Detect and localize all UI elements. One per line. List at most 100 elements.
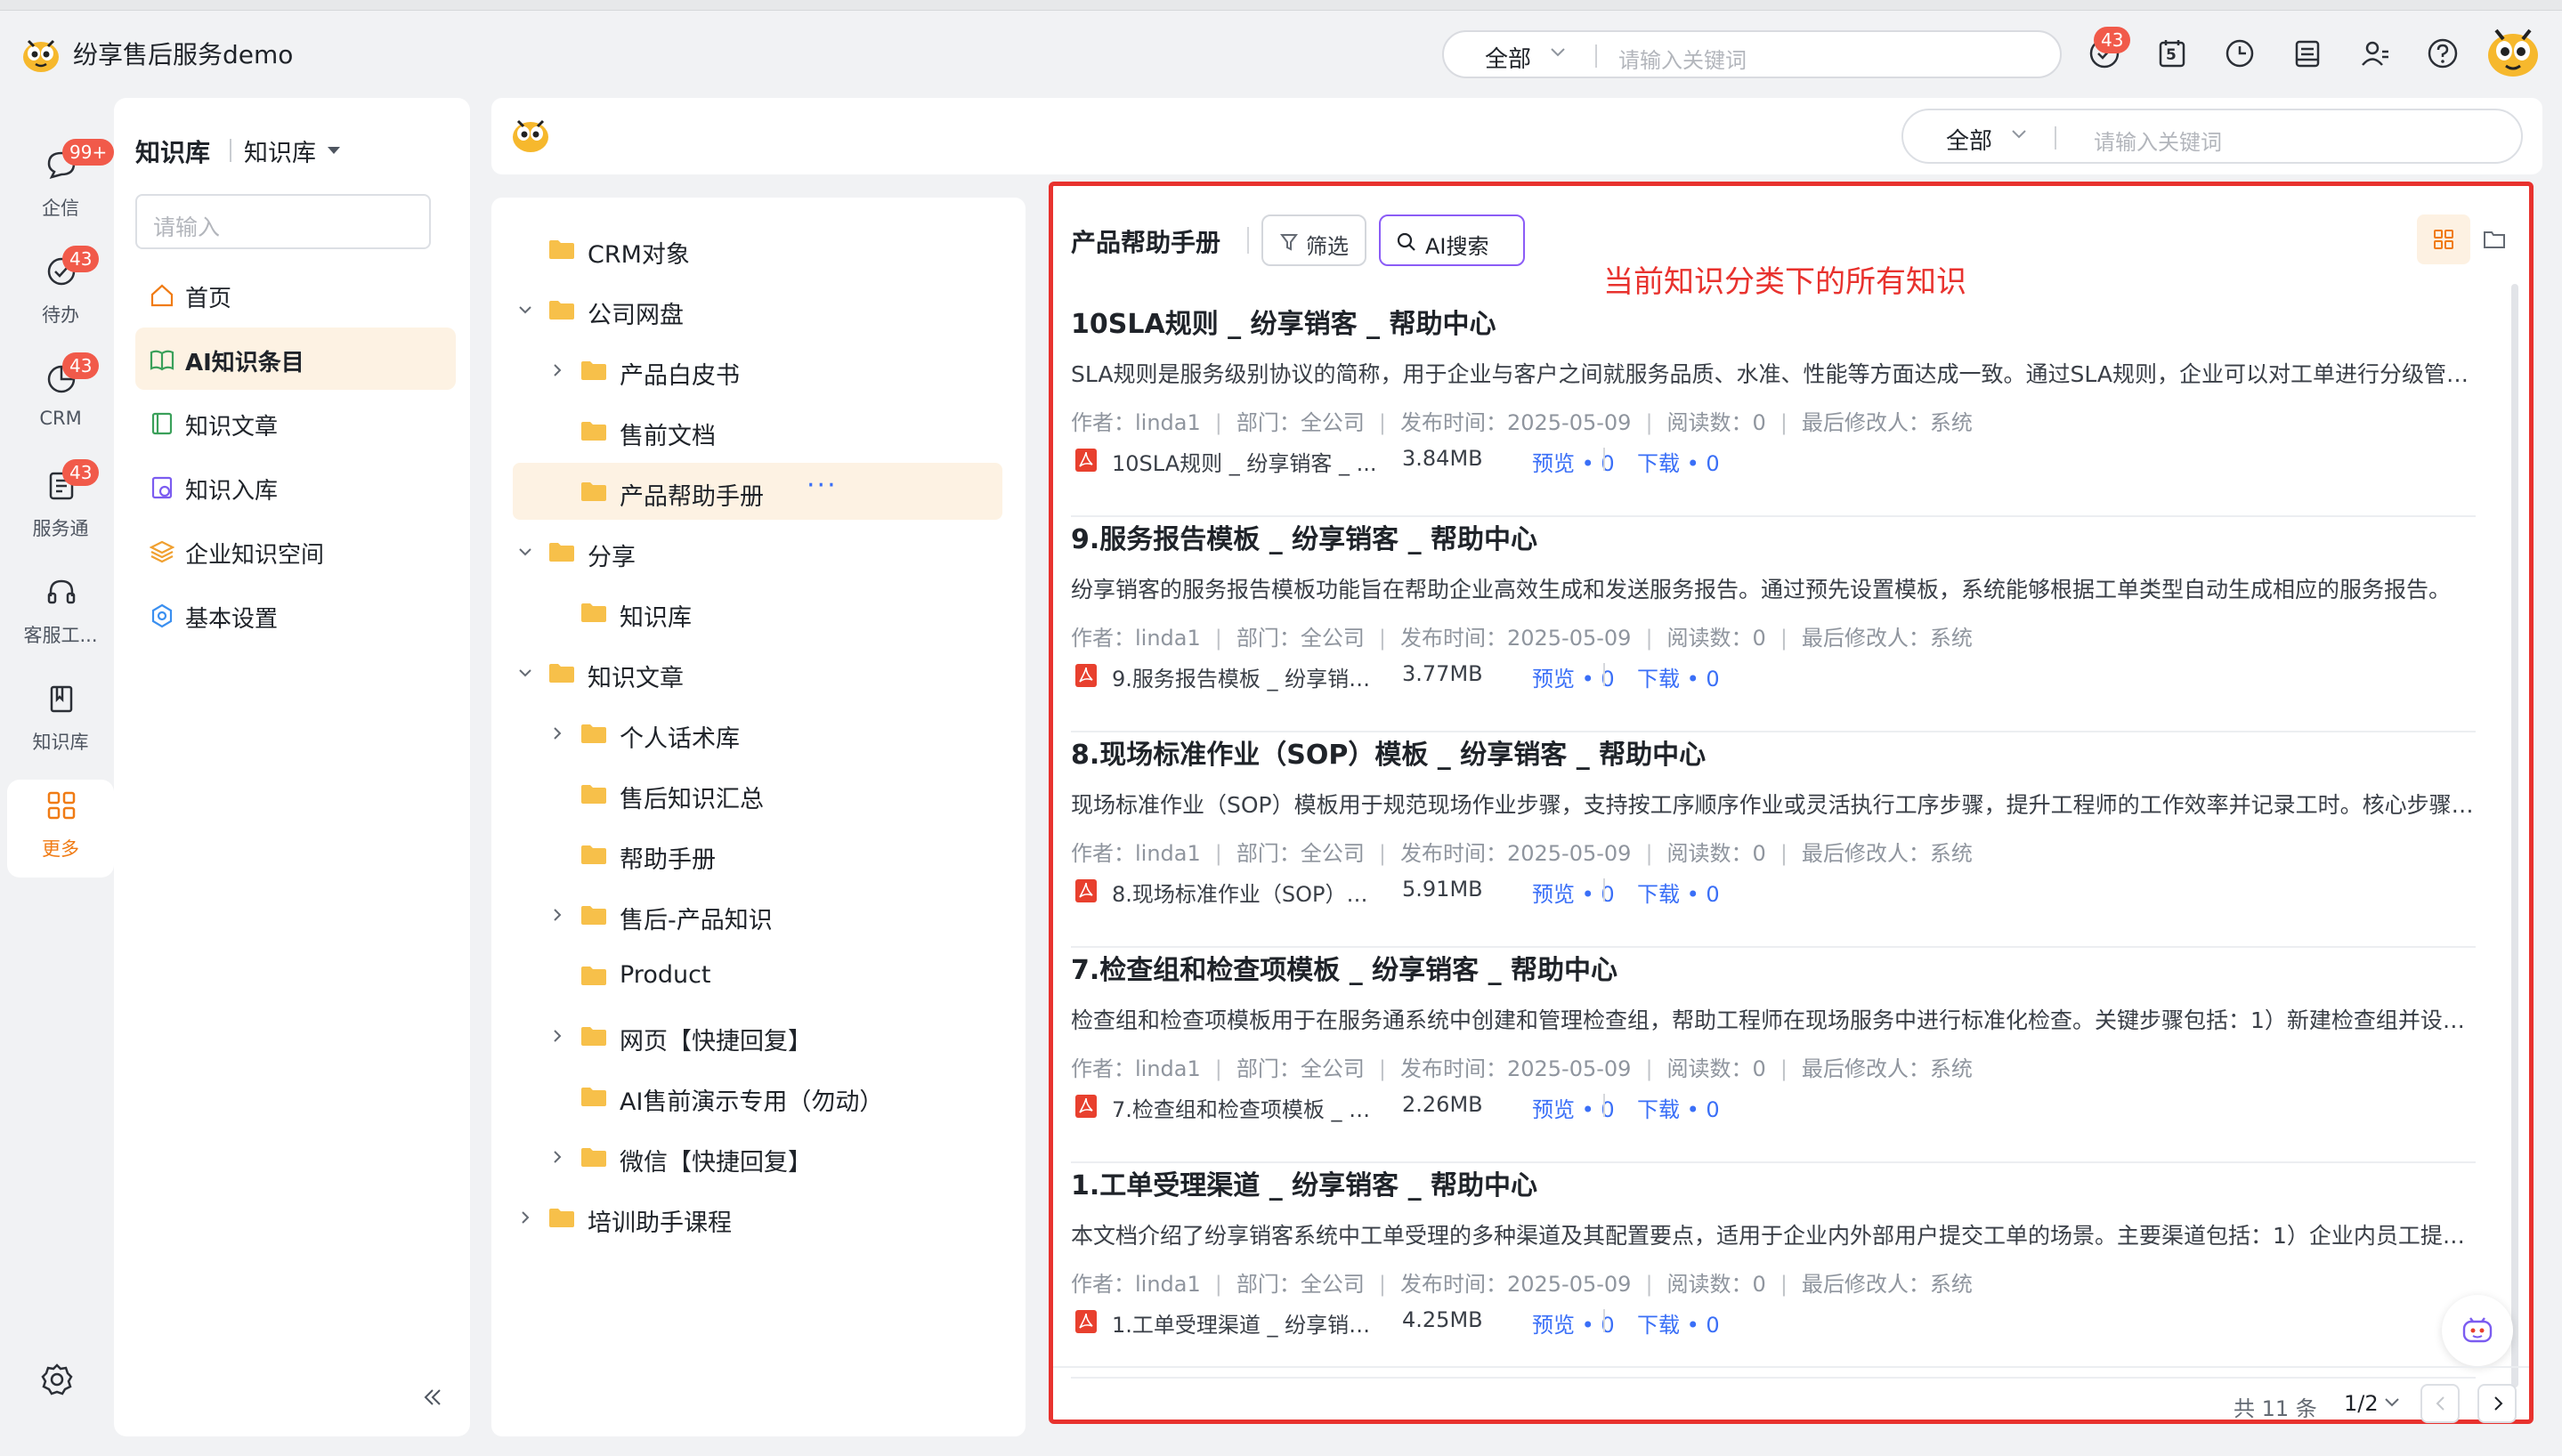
preview-link[interactable]: 预览 • 0: [1532, 446, 1615, 477]
attachment-name[interactable]: 9.服务报告模板 _ 纷享销客...: [1112, 661, 1388, 692]
ai-assistant-button[interactable]: [2442, 1295, 2513, 1366]
tree-node[interactable]: 知识文章: [513, 644, 1002, 701]
tree-node[interactable]: AI售前演示专用（勿动）: [513, 1068, 1002, 1125]
annotation-text: 当前知识分类下的所有知识: [1603, 264, 1966, 300]
global-search[interactable]: 全部 请输入关键词: [1442, 30, 2062, 78]
settings-gear-icon[interactable]: [37, 1360, 77, 1399]
download-link[interactable]: 下载 • 0: [1637, 661, 1720, 692]
chevron-right-icon[interactable]: [548, 1027, 566, 1045]
tree-node-label: 售后知识汇总: [620, 786, 764, 813]
tree-node[interactable]: 帮助手册: [513, 826, 1002, 883]
download-link[interactable]: 下载 • 0: [1637, 446, 1720, 477]
knowledge-item[interactable]: 9.服务报告模板 _ 纷享销客 _ 帮助中心 纷享销客的服务报告模板功能旨在帮助…: [1071, 517, 2476, 732]
nav-qixin[interactable]: 99+ 企信: [7, 139, 115, 237]
caret-down-icon[interactable]: [326, 144, 342, 157]
sidebar-item-articles[interactable]: 知识文章: [135, 392, 456, 454]
nav-more[interactable]: 更多: [7, 780, 114, 878]
item-title[interactable]: 7.检查组和检查项模板 _ 纷享销客 _ 帮助中心: [1071, 948, 1617, 987]
chevron-right-icon[interactable]: [516, 1209, 534, 1226]
sidebar-item-enterprise-space[interactable]: 企业知识空间: [135, 520, 456, 582]
tree-node[interactable]: 售后-产品知识: [513, 886, 1002, 943]
tree-node-selected[interactable]: 产品帮助手册 ···: [513, 463, 1002, 520]
tree-node[interactable]: CRM对象: [513, 221, 1002, 278]
tree-node[interactable]: 售后知识汇总: [513, 765, 1002, 822]
chevron-right-icon[interactable]: [548, 1148, 566, 1166]
tree-node[interactable]: 网页【快捷回复】: [513, 1007, 1002, 1064]
preview-link[interactable]: 预览 • 0: [1532, 661, 1615, 692]
download-link[interactable]: 下载 • 0: [1637, 1092, 1720, 1123]
meta-modifier: 系统: [1929, 410, 1973, 435]
prev-page-button[interactable]: [2420, 1384, 2460, 1423]
knowledge-item[interactable]: 7.检查组和检查项模板 _ 纷享销客 _ 帮助中心 检查组和检查项模板用于在服务…: [1071, 948, 2476, 1163]
page-select[interactable]: 1/2: [2344, 1391, 2379, 1416]
nav-customer-service[interactable]: 客服工...: [7, 566, 114, 664]
knowledge-item[interactable]: 10SLA规则 _ 纷享销客 _ 帮助中心 SLA规则是服务级别协议的简称，用于…: [1071, 302, 2476, 517]
sidebar-item-home[interactable]: 首页: [135, 263, 456, 326]
sidebar-module-switch[interactable]: 知识库: [244, 133, 316, 168]
search-input[interactable]: 请输入关键词: [2094, 125, 2222, 156]
nav-label: 客服工...: [23, 625, 98, 646]
item-title[interactable]: 1.工单受理渠道 _ 纷享销客 _ 帮助中心: [1071, 1163, 1537, 1202]
knowledge-search[interactable]: 全部 请输入关键词: [1901, 109, 2523, 164]
nav-service[interactable]: 43 服务通: [7, 459, 114, 557]
tree-node[interactable]: 分享: [513, 523, 1002, 580]
user-avatar[interactable]: [2484, 23, 2542, 82]
chevron-right-icon[interactable]: [548, 724, 566, 742]
global-search-input[interactable]: 请输入关键词: [1618, 43, 1747, 74]
preview-link[interactable]: 预览 • 0: [1532, 877, 1615, 908]
download-link[interactable]: 下载 • 0: [1637, 877, 1720, 908]
chevron-down-icon[interactable]: [1549, 46, 1567, 59]
download-link[interactable]: 下载 • 0: [1637, 1307, 1720, 1339]
contacts-icon[interactable]: [2357, 36, 2393, 71]
tree-node[interactable]: Product: [513, 947, 1002, 1004]
more-options-icon[interactable]: ···: [807, 470, 838, 501]
tree-node[interactable]: 知识库: [513, 584, 1002, 641]
nav-todo[interactable]: 43 待办: [7, 246, 114, 344]
grid-icon: [45, 789, 78, 822]
help-icon[interactable]: [2425, 36, 2461, 71]
chevron-down-icon[interactable]: [516, 543, 534, 561]
scrollbar[interactable]: [2511, 284, 2518, 1387]
filter-button[interactable]: 筛选: [1261, 214, 1366, 266]
grid-view-button[interactable]: [2417, 214, 2470, 264]
meta-modifier: 系统: [1929, 1272, 1973, 1297]
chevron-down-icon[interactable]: [516, 301, 534, 319]
item-title[interactable]: 9.服务报告模板 _ 纷享销客 _ 帮助中心: [1071, 517, 1537, 556]
chevron-down-icon[interactable]: [2383, 1396, 2401, 1409]
attachment-name[interactable]: 10SLA规则 _ 纷享销客 _ ...: [1112, 446, 1388, 477]
tree-node[interactable]: 公司网盘: [513, 281, 1002, 338]
search-scope[interactable]: 全部: [1946, 123, 1992, 156]
inbox-icon[interactable]: [2290, 36, 2325, 71]
sidebar-item-ai-knowledge[interactable]: AI知识条目: [135, 328, 456, 390]
knowledge-item[interactable]: 8.现场标准作业（SOP）模板 _ 纷享销客 _ 帮助中心 现场标准作业（SOP…: [1071, 732, 2476, 948]
folder-view-button[interactable]: [2469, 214, 2522, 264]
sidebar-item-ingest[interactable]: 知识入库: [135, 456, 456, 518]
item-title[interactable]: 10SLA规则 _ 纷享销客 _ 帮助中心: [1071, 302, 1496, 341]
meta-reads: 0: [1752, 626, 1766, 651]
preview-link[interactable]: 预览 • 0: [1532, 1092, 1615, 1123]
item-title[interactable]: 8.现场标准作业（SOP）模板 _ 纷享销客 _ 帮助中心: [1071, 732, 1706, 772]
attachment-name[interactable]: 1.工单受理渠道 _ 纷享销客...: [1112, 1307, 1388, 1339]
tree-node[interactable]: 售前文档: [513, 402, 1002, 459]
tree-node[interactable]: 产品白皮书: [513, 342, 1002, 399]
tree-node[interactable]: 微信【快捷回复】: [513, 1128, 1002, 1185]
chevron-right-icon[interactable]: [548, 361, 566, 379]
nav-knowledge[interactable]: 知识库: [7, 673, 114, 771]
chevron-down-icon[interactable]: [516, 664, 534, 682]
attachment-name[interactable]: 7.检查组和检查项模板 _ 纷...: [1112, 1092, 1388, 1123]
preview-link[interactable]: 预览 • 0: [1532, 1307, 1615, 1339]
tree-node[interactable]: 培训助手课程: [513, 1189, 1002, 1246]
chevron-down-icon[interactable]: [2010, 128, 2028, 141]
attachment-name[interactable]: 8.现场标准作业（SOP）模...: [1112, 877, 1388, 908]
ai-search-button[interactable]: AI搜索: [1379, 214, 1525, 266]
knowledge-item[interactable]: 1.工单受理渠道 _ 纷享销客 _ 帮助中心 本文档介绍了纷享销客系统中工单受理…: [1071, 1163, 2476, 1379]
sidebar-search-input[interactable]: 请输入: [135, 194, 431, 249]
next-page-button[interactable]: [2477, 1384, 2517, 1423]
global-search-scope[interactable]: 全部: [1485, 41, 1531, 74]
sidebar-item-settings[interactable]: 基本设置: [135, 584, 456, 646]
chevron-right-icon[interactable]: [548, 906, 566, 924]
tree-node[interactable]: 个人话术库: [513, 705, 1002, 762]
nav-crm[interactable]: 43 CRM: [7, 352, 114, 450]
collapse-sidebar-icon[interactable]: [422, 1387, 443, 1408]
clock-icon[interactable]: [2222, 36, 2258, 71]
